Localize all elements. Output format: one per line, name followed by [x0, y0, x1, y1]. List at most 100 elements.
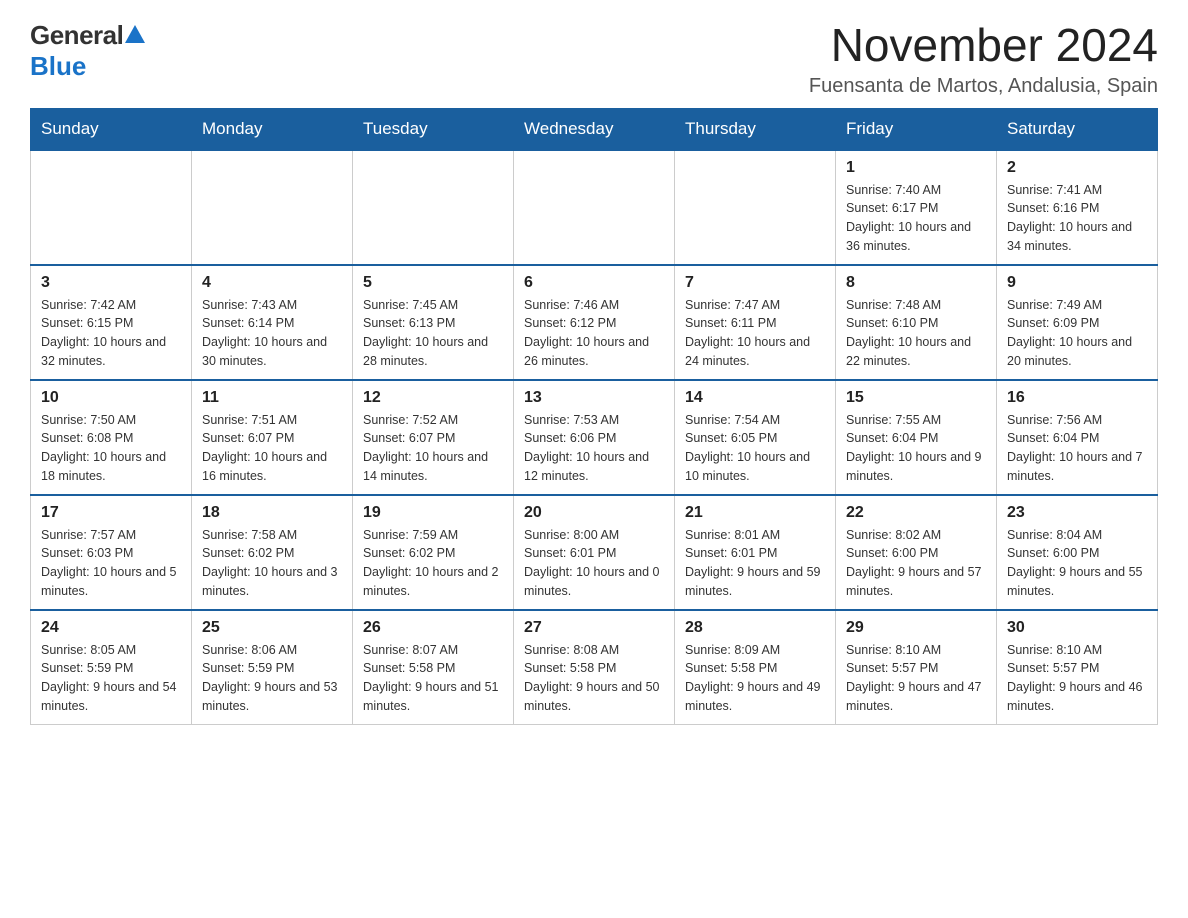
calendar-cell: 4 Sunrise: 7:43 AM Sunset: 6:14 PM Daylig…: [192, 265, 353, 380]
sun-info: Sunrise: 7:53 AM Sunset: 6:06 PM Dayligh…: [524, 411, 664, 486]
calendar-header-saturday: Saturday: [997, 108, 1158, 150]
sun-info: Sunrise: 8:00 AM Sunset: 6:01 PM Dayligh…: [524, 526, 664, 601]
sun-info: Sunrise: 7:42 AM Sunset: 6:15 PM Dayligh…: [41, 296, 181, 371]
sun-info: Sunrise: 7:49 AM Sunset: 6:09 PM Dayligh…: [1007, 296, 1147, 371]
calendar-cell: [675, 150, 836, 265]
calendar-cell: 16 Sunrise: 7:56 AM Sunset: 6:04 PM Dayli…: [997, 380, 1158, 495]
day-number: 2: [1007, 159, 1147, 177]
calendar-header-sunday: Sunday: [31, 108, 192, 150]
sun-info: Sunrise: 8:08 AM Sunset: 5:58 PM Dayligh…: [524, 641, 664, 716]
day-number: 26: [363, 619, 503, 637]
day-number: 15: [846, 389, 986, 407]
sun-info: Sunrise: 8:09 AM Sunset: 5:58 PM Dayligh…: [685, 641, 825, 716]
sun-info: Sunrise: 8:05 AM Sunset: 5:59 PM Dayligh…: [41, 641, 181, 716]
sun-info: Sunrise: 8:07 AM Sunset: 5:58 PM Dayligh…: [363, 641, 503, 716]
day-number: 9: [1007, 274, 1147, 292]
calendar-cell: 7 Sunrise: 7:47 AM Sunset: 6:11 PM Daylig…: [675, 265, 836, 380]
calendar-cell: 28 Sunrise: 8:09 AM Sunset: 5:58 PM Dayli…: [675, 610, 836, 725]
calendar-cell: 29 Sunrise: 8:10 AM Sunset: 5:57 PM Dayli…: [836, 610, 997, 725]
sun-info: Sunrise: 7:43 AM Sunset: 6:14 PM Dayligh…: [202, 296, 342, 371]
day-number: 1: [846, 159, 986, 177]
calendar-cell: 11Sunrise: 7:51 AM Sunset: 6:07 PM Dayli…: [192, 380, 353, 495]
calendar-cell: 2 Sunrise: 7:41 AM Sunset: 6:16 PM Daylig…: [997, 150, 1158, 265]
calendar-cell: 26 Sunrise: 8:07 AM Sunset: 5:58 PM Dayli…: [353, 610, 514, 725]
day-number: 13: [524, 389, 664, 407]
calendar-week-row: 1 Sunrise: 7:40 AM Sunset: 6:17 PM Daylig…: [31, 150, 1158, 265]
sun-info: Sunrise: 7:48 AM Sunset: 6:10 PM Dayligh…: [846, 296, 986, 371]
day-number: 18: [202, 504, 342, 522]
calendar-week-row: 24Sunrise: 8:05 AM Sunset: 5:59 PM Dayli…: [31, 610, 1158, 725]
calendar-header-tuesday: Tuesday: [353, 108, 514, 150]
calendar-cell: 25 Sunrise: 8:06 AM Sunset: 5:59 PM Dayli…: [192, 610, 353, 725]
day-number: 17: [41, 504, 181, 522]
day-number: 30: [1007, 619, 1147, 637]
sun-info: Sunrise: 7:52 AM Sunset: 6:07 PM Dayligh…: [363, 411, 503, 486]
day-number: 5: [363, 274, 503, 292]
title-area: November 2024 Fuensanta de Martos, Andal…: [809, 20, 1158, 98]
sun-info: Sunrise: 8:10 AM Sunset: 5:57 PM Dayligh…: [1007, 641, 1147, 716]
day-number: 7: [685, 274, 825, 292]
calendar-table: SundayMondayTuesdayWednesdayThursdayFrid…: [30, 108, 1158, 725]
day-number: 21: [685, 504, 825, 522]
calendar-header-monday: Monday: [192, 108, 353, 150]
sun-info: Sunrise: 7:57 AM Sunset: 6:03 PM Dayligh…: [41, 526, 181, 601]
day-number: 11: [202, 389, 342, 407]
day-number: 29: [846, 619, 986, 637]
calendar-header-row: SundayMondayTuesdayWednesdayThursdayFrid…: [31, 108, 1158, 150]
location-subtitle: Fuensanta de Martos, Andalusia, Spain: [809, 75, 1158, 98]
logo-blue-text: Blue: [30, 51, 86, 82]
calendar-cell: 18 Sunrise: 7:58 AM Sunset: 6:02 PM Dayli…: [192, 495, 353, 610]
sun-info: Sunrise: 7:41 AM Sunset: 6:16 PM Dayligh…: [1007, 181, 1147, 256]
calendar-cell: 24Sunrise: 8:05 AM Sunset: 5:59 PM Dayli…: [31, 610, 192, 725]
calendar-cell: 22Sunrise: 8:02 AM Sunset: 6:00 PM Dayli…: [836, 495, 997, 610]
day-number: 28: [685, 619, 825, 637]
day-number: 12: [363, 389, 503, 407]
day-number: 25: [202, 619, 342, 637]
calendar-cell: 19 Sunrise: 7:59 AM Sunset: 6:02 PM Dayli…: [353, 495, 514, 610]
calendar-cell: 20Sunrise: 8:00 AM Sunset: 6:01 PM Dayli…: [514, 495, 675, 610]
calendar-cell: 21Sunrise: 8:01 AM Sunset: 6:01 PM Dayli…: [675, 495, 836, 610]
sun-info: Sunrise: 7:45 AM Sunset: 6:13 PM Dayligh…: [363, 296, 503, 371]
sun-info: Sunrise: 7:54 AM Sunset: 6:05 PM Dayligh…: [685, 411, 825, 486]
sun-info: Sunrise: 7:59 AM Sunset: 6:02 PM Dayligh…: [363, 526, 503, 601]
sun-info: Sunrise: 8:04 AM Sunset: 6:00 PM Dayligh…: [1007, 526, 1147, 601]
sun-info: Sunrise: 7:46 AM Sunset: 6:12 PM Dayligh…: [524, 296, 664, 371]
sun-info: Sunrise: 7:47 AM Sunset: 6:11 PM Dayligh…: [685, 296, 825, 371]
sun-info: Sunrise: 8:06 AM Sunset: 5:59 PM Dayligh…: [202, 641, 342, 716]
calendar-cell: [192, 150, 353, 265]
sun-info: Sunrise: 7:40 AM Sunset: 6:17 PM Dayligh…: [846, 181, 986, 256]
calendar-cell: 13 Sunrise: 7:53 AM Sunset: 6:06 PM Dayli…: [514, 380, 675, 495]
calendar-header-friday: Friday: [836, 108, 997, 150]
logo-general-text: General: [30, 20, 123, 51]
day-number: 22: [846, 504, 986, 522]
sun-info: Sunrise: 7:50 AM Sunset: 6:08 PM Dayligh…: [41, 411, 181, 486]
sun-info: Sunrise: 7:56 AM Sunset: 6:04 PM Dayligh…: [1007, 411, 1147, 486]
calendar-cell: 5 Sunrise: 7:45 AM Sunset: 6:13 PM Daylig…: [353, 265, 514, 380]
calendar-week-row: 17 Sunrise: 7:57 AM Sunset: 6:03 PM Dayli…: [31, 495, 1158, 610]
sun-info: Sunrise: 7:55 AM Sunset: 6:04 PM Dayligh…: [846, 411, 986, 486]
header: General Blue November 2024 Fuensanta de …: [30, 20, 1158, 98]
calendar-cell: 9 Sunrise: 7:49 AM Sunset: 6:09 PM Daylig…: [997, 265, 1158, 380]
calendar-header-thursday: Thursday: [675, 108, 836, 150]
calendar-cell: [353, 150, 514, 265]
calendar-cell: 27 Sunrise: 8:08 AM Sunset: 5:58 PM Dayli…: [514, 610, 675, 725]
logo: General Blue: [30, 20, 147, 82]
calendar-cell: 12 Sunrise: 7:52 AM Sunset: 6:07 PM Dayli…: [353, 380, 514, 495]
day-number: 23: [1007, 504, 1147, 522]
calendar-cell: 6 Sunrise: 7:46 AM Sunset: 6:12 PM Daylig…: [514, 265, 675, 380]
day-number: 16: [1007, 389, 1147, 407]
calendar-cell: 3Sunrise: 7:42 AM Sunset: 6:15 PM Daylig…: [31, 265, 192, 380]
day-number: 27: [524, 619, 664, 637]
logo-triangle-icon: [125, 25, 145, 43]
calendar-cell: 8 Sunrise: 7:48 AM Sunset: 6:10 PM Daylig…: [836, 265, 997, 380]
day-number: 6: [524, 274, 664, 292]
day-number: 19: [363, 504, 503, 522]
day-number: 8: [846, 274, 986, 292]
day-number: 4: [202, 274, 342, 292]
calendar-week-row: 10Sunrise: 7:50 AM Sunset: 6:08 PM Dayli…: [31, 380, 1158, 495]
month-year-title: November 2024: [809, 20, 1158, 71]
calendar-cell: 15 Sunrise: 7:55 AM Sunset: 6:04 PM Dayli…: [836, 380, 997, 495]
sun-info: Sunrise: 8:10 AM Sunset: 5:57 PM Dayligh…: [846, 641, 986, 716]
sun-info: Sunrise: 7:58 AM Sunset: 6:02 PM Dayligh…: [202, 526, 342, 601]
calendar-body: 1 Sunrise: 7:40 AM Sunset: 6:17 PM Daylig…: [31, 150, 1158, 725]
